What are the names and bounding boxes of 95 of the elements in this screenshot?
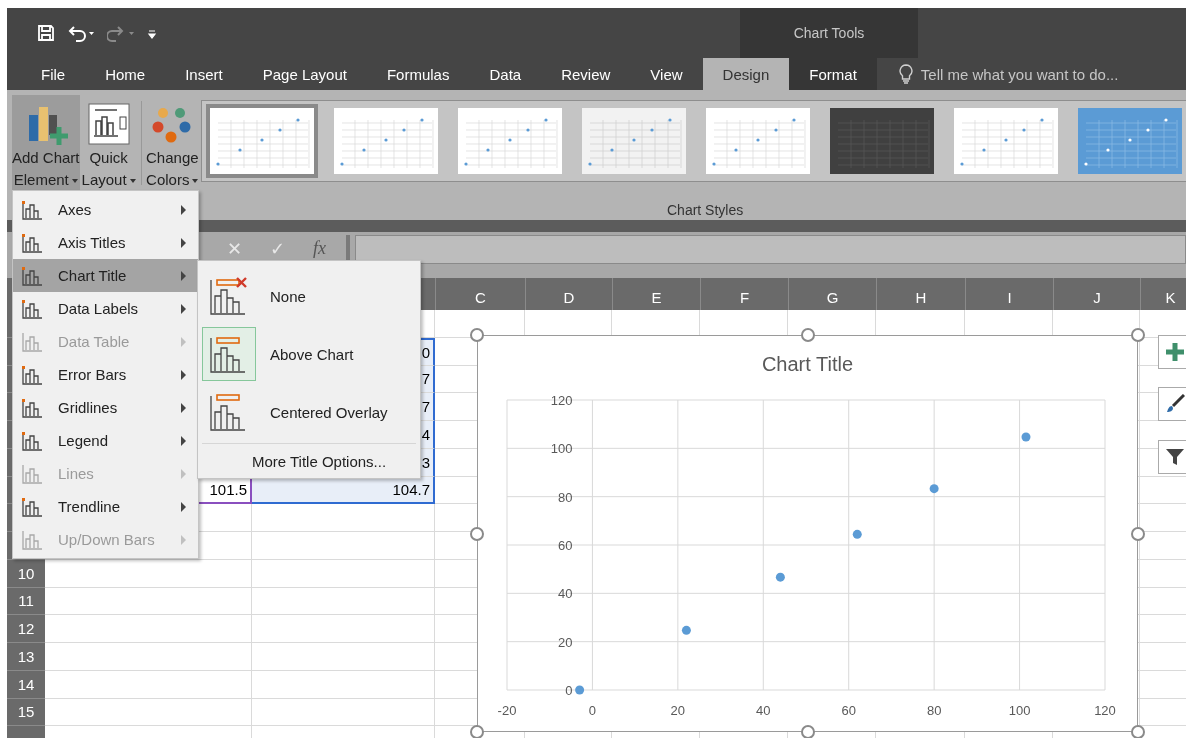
- column-header[interactable]: E: [612, 278, 700, 310]
- column-header[interactable]: G: [788, 278, 876, 310]
- bar-chart-icon: [21, 397, 43, 418]
- resize-handle[interactable]: [470, 328, 484, 342]
- resize-handle[interactable]: [800, 328, 815, 342]
- ribbon-tab[interactable]: File: [21, 58, 86, 90]
- row-header[interactable]: 14: [7, 670, 45, 699]
- axis-label: 100: [1008, 703, 1031, 718]
- bar-chart-icon: [21, 232, 43, 253]
- tell-me-field[interactable]: Tell me what you want to do...: [918, 64, 1163, 84]
- chart-filters-button[interactable]: [1158, 440, 1186, 474]
- axis-label: 40: [756, 703, 771, 718]
- axis-label: 0: [565, 683, 573, 698]
- ribbon-tab[interactable]: View: [630, 58, 703, 90]
- axis-label: 80: [557, 489, 573, 505]
- submenu-arrow-icon: [181, 204, 186, 215]
- row-header[interactable]: 11: [7, 587, 45, 616]
- submenu-arrow-icon: [181, 237, 186, 248]
- lightbulb-icon: [898, 64, 913, 84]
- menu-item[interactable]: Error Bars: [13, 358, 198, 391]
- menu-item[interactable]: Chart Title: [13, 259, 198, 292]
- ribbon-tab[interactable]: Formulas: [366, 58, 470, 90]
- paintbrush-icon: [1165, 394, 1185, 414]
- chart-style-thumbnail[interactable]: [206, 104, 318, 178]
- axis-label: -20: [497, 703, 517, 718]
- axis-label: 20: [670, 703, 686, 718]
- chart-layout-icon: [85, 101, 132, 147]
- axis-label: 60: [841, 703, 856, 718]
- formula-field[interactable]: [355, 235, 1186, 264]
- chart-no-title-icon: [209, 276, 249, 316]
- bar-chart-icon: [21, 331, 43, 352]
- menu-item[interactable]: None: [198, 267, 420, 325]
- column-header[interactable]: I: [965, 278, 1053, 310]
- bar-chart-icon: [21, 496, 43, 517]
- axis-label: 120: [1094, 703, 1116, 718]
- chart-styles-button[interactable]: [1158, 387, 1186, 421]
- column-header[interactable]: J: [1053, 278, 1140, 310]
- menu-item[interactable]: Data Labels: [13, 292, 198, 325]
- submenu-arrow-icon: [181, 435, 186, 446]
- menu-item[interactable]: Legend: [13, 424, 198, 457]
- save-icon[interactable]: [37, 24, 55, 42]
- bar-chart-icon: [21, 199, 43, 220]
- ribbon-tab[interactable]: Home: [85, 58, 166, 90]
- menu-item[interactable]: Axis Titles: [13, 226, 198, 259]
- bar-chart-icon: [21, 298, 43, 319]
- ribbon-tab[interactable]: Insert: [165, 58, 243, 90]
- chart-elements-button[interactable]: [1158, 335, 1186, 369]
- submenu-arrow-icon: [181, 501, 186, 512]
- axis-label: 0: [588, 703, 597, 718]
- bar-chart-icon: [21, 265, 43, 286]
- axis-label: 80: [926, 703, 942, 718]
- submenu-arrow-icon: [181, 468, 186, 479]
- bar-chart-icon: [21, 463, 43, 484]
- menu-item[interactable]: Gridlines: [13, 391, 198, 424]
- column-header[interactable]: D: [525, 278, 612, 310]
- contextual-group-title: Chart Tools: [793, 25, 865, 41]
- chart-area[interactable]: Chart Title 0 20 40 60 80 100 120 -20 0 20 40 60 80 100 120: [477, 335, 1138, 732]
- resize-handle[interactable]: [1131, 725, 1145, 738]
- row-header[interactable]: 12: [7, 615, 45, 643]
- ribbon-button[interactable]: Add Chart Element: [12, 95, 80, 191]
- bar-chart-icon: [21, 529, 43, 550]
- resize-handle[interactable]: [470, 526, 484, 541]
- submenu-arrow-icon: [181, 402, 186, 413]
- filter-icon: [1165, 447, 1185, 467]
- bar-chart-icon: [21, 364, 43, 385]
- menu-item[interactable]: Axes: [13, 193, 198, 226]
- axis-label: 100: [550, 441, 573, 457]
- submenu-arrow-icon: [181, 534, 186, 545]
- group-label: Chart Styles: [667, 202, 744, 218]
- ribbon-tab[interactable]: Data: [469, 58, 542, 90]
- row-header[interactable]: 10: [7, 559, 45, 588]
- plus-icon: [1165, 342, 1185, 362]
- column-header[interactable]: K: [1140, 278, 1186, 310]
- ribbon-tab[interactable]: Format: [789, 58, 877, 90]
- axis-label: 120: [550, 393, 573, 408]
- column-header[interactable]: F: [700, 278, 788, 310]
- ribbon-tab[interactable]: Review: [541, 58, 631, 90]
- resize-handle[interactable]: [1131, 328, 1145, 342]
- column-header[interactable]: C: [435, 278, 525, 310]
- row-header[interactable]: 15: [7, 698, 45, 727]
- submenu-arrow-icon: [181, 303, 186, 314]
- resize-handle[interactable]: [470, 725, 484, 738]
- axis-label: 60: [557, 538, 573, 553]
- column-header[interactable]: H: [876, 278, 965, 310]
- row-header[interactable]: 13: [7, 643, 45, 671]
- submenu-arrow-icon: [181, 270, 186, 281]
- ribbon-tab[interactable]: Page Layout: [242, 58, 367, 90]
- submenu-arrow-icon: [181, 336, 186, 347]
- ribbon-tab[interactable]: Design: [702, 58, 790, 90]
- chart-title: Chart Title: [761, 353, 854, 375]
- submenu-arrow-icon: [181, 369, 186, 380]
- axis-label: 20: [557, 634, 573, 650]
- bar-chart-icon: [21, 430, 43, 451]
- undo-icon[interactable]: [67, 24, 95, 42]
- axis-label: 40: [557, 586, 573, 602]
